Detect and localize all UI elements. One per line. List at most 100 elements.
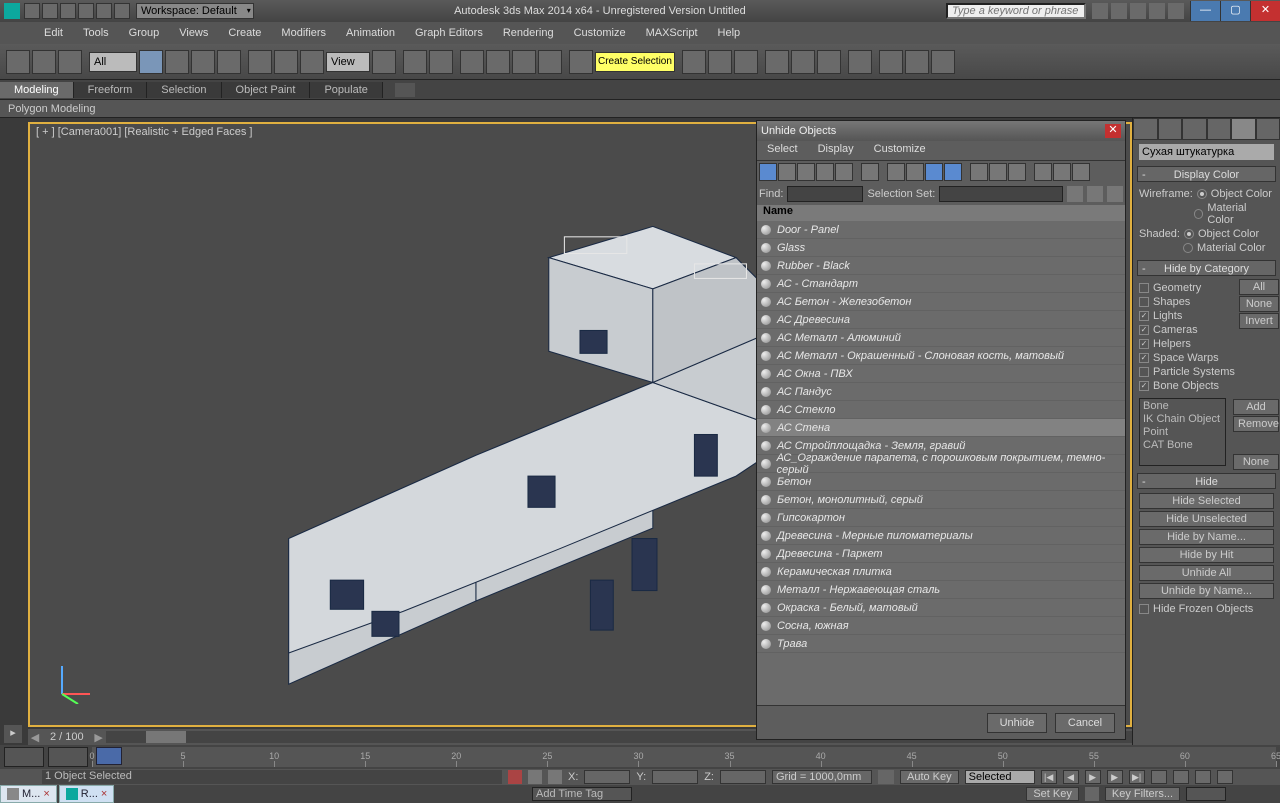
rollout-display-color[interactable]: Display Color: [1137, 166, 1276, 182]
render-frame-icon[interactable]: [905, 50, 929, 74]
menu-create[interactable]: Create: [218, 24, 271, 42]
ribbon-collapse-icon[interactable]: [395, 83, 415, 97]
dialog-titlebar[interactable]: Unhide Objects ✕: [757, 121, 1125, 141]
list-item[interactable]: IK Chain Object: [1143, 413, 1222, 426]
named-selection-dropdown[interactable]: Create Selection Se: [595, 52, 675, 72]
cat-cameras-checkbox[interactable]: ✓: [1139, 325, 1149, 335]
select-by-name-icon[interactable]: [165, 50, 189, 74]
cat-geometry-checkbox[interactable]: [1139, 283, 1149, 293]
list-item[interactable]: Bone: [1143, 400, 1222, 413]
animate-key-icon[interactable]: [878, 770, 894, 784]
hide-cat-all-button[interactable]: All: [1239, 279, 1279, 295]
render-setup-icon[interactable]: [879, 50, 903, 74]
task-close-icon[interactable]: ×: [101, 788, 107, 800]
select-manipulate-icon[interactable]: [403, 50, 427, 74]
dialog-close-icon[interactable]: ✕: [1105, 124, 1121, 138]
object-list-item[interactable]: АС Бетон - Железобетон: [757, 293, 1125, 311]
menu-rendering[interactable]: Rendering: [493, 24, 564, 42]
selset-menu-icon[interactable]: [1107, 186, 1123, 202]
hide-cat-invert-button[interactable]: Invert: [1239, 313, 1279, 329]
key-filters-dropdown[interactable]: Selected: [965, 770, 1035, 784]
object-list-item[interactable]: АС Металл - Алюминий: [757, 329, 1125, 347]
display-xrefs-icon[interactable]: [925, 163, 943, 181]
create-tab-icon[interactable]: [1133, 118, 1158, 140]
goto-start-icon[interactable]: |◀: [1041, 770, 1057, 784]
menu-customize[interactable]: Customize: [564, 24, 636, 42]
unhide-button[interactable]: Unhide: [987, 713, 1047, 733]
mirror-icon[interactable]: [682, 50, 706, 74]
cat-particle-systems-checkbox[interactable]: [1139, 367, 1149, 377]
y-coord-input[interactable]: [652, 770, 698, 784]
ribbon-tab-selection[interactable]: Selection: [147, 82, 221, 98]
menu-edit[interactable]: Edit: [34, 24, 73, 42]
select-none-icon[interactable]: [989, 163, 1007, 181]
hide-cat-none-button[interactable]: None: [1239, 296, 1279, 312]
shaded-object-radio[interactable]: [1184, 229, 1194, 239]
hide-selected-button[interactable]: Hide Selected: [1139, 493, 1274, 509]
viewport-nav1-icon[interactable]: [1151, 770, 1167, 784]
play-icon[interactable]: ▶: [1085, 770, 1101, 784]
object-list-item[interactable]: Door - Panel: [757, 221, 1125, 239]
object-list-item[interactable]: АС_Ограждение парапета, с порошковым пок…: [757, 455, 1125, 473]
viewport-label[interactable]: [ + ] [Camera001] [Realistic + Edged Fac…: [36, 126, 252, 138]
auto-key-button[interactable]: Auto Key: [900, 770, 959, 784]
help-icon[interactable]: [1168, 3, 1184, 19]
time-slider-head[interactable]: [96, 747, 122, 765]
search-icon[interactable]: [1092, 3, 1108, 19]
snap-toggle-icon[interactable]: [460, 50, 484, 74]
object-list-item[interactable]: Бетон: [757, 473, 1125, 491]
object-list-item[interactable]: АС - Стандарт: [757, 275, 1125, 293]
ribbon-tab-freeform[interactable]: Freeform: [74, 82, 148, 98]
app-icon[interactable]: [4, 3, 20, 19]
remove-bone-button[interactable]: Remove: [1233, 416, 1279, 432]
qat-save-icon[interactable]: [60, 3, 76, 19]
add-bone-button[interactable]: Add: [1233, 399, 1279, 415]
menu-group[interactable]: Group: [119, 24, 170, 42]
ref-coord-dropdown[interactable]: View: [326, 52, 370, 72]
display-groups-icon[interactable]: [906, 163, 924, 181]
display-geometry-icon[interactable]: [778, 163, 796, 181]
list-item[interactable]: Point: [1143, 426, 1222, 439]
object-list-item[interactable]: Древесина - Паркет: [757, 545, 1125, 563]
move-icon[interactable]: [248, 50, 272, 74]
key-mode-icon[interactable]: [1085, 787, 1099, 801]
taskbar-item-2[interactable]: R...×: [59, 785, 115, 803]
graphite-ribbon-icon[interactable]: [765, 50, 789, 74]
object-name-field[interactable]: Сухая штукатурка: [1139, 144, 1274, 160]
close-button[interactable]: ✕: [1250, 1, 1280, 21]
rollout-hide[interactable]: Hide: [1137, 473, 1276, 489]
menu-views[interactable]: Views: [169, 24, 218, 42]
object-list-item[interactable]: АС Окна - ПВХ: [757, 365, 1125, 383]
motion-tab-icon[interactable]: [1207, 118, 1232, 140]
shaded-material-radio[interactable]: [1183, 243, 1193, 253]
spinner-snap-icon[interactable]: [538, 50, 562, 74]
menu-modifiers[interactable]: Modifiers: [271, 24, 336, 42]
dialog-menu-select[interactable]: Select: [757, 141, 808, 160]
display-bones-icon[interactable]: [944, 163, 962, 181]
wire-material-radio[interactable]: [1194, 209, 1204, 219]
object-list-item[interactable]: АС Древесина: [757, 311, 1125, 329]
column-header-name[interactable]: Name: [757, 205, 1125, 221]
unlink-icon[interactable]: [32, 50, 56, 74]
isolate-icon[interactable]: [528, 770, 542, 784]
hide-by-name-button[interactable]: Hide by Name...: [1139, 529, 1274, 545]
scroll-right-icon[interactable]: ▶: [92, 731, 106, 744]
expand-icon[interactable]: [1053, 163, 1071, 181]
workspace-dropdown[interactable]: Workspace: Default: [136, 3, 254, 19]
angle-snap-icon[interactable]: [486, 50, 510, 74]
menu-help[interactable]: Help: [708, 24, 751, 42]
qat-redo-icon[interactable]: [96, 3, 112, 19]
scroll-left-icon[interactable]: ◀: [28, 731, 42, 744]
filter-icon[interactable]: [1034, 163, 1052, 181]
ribbon-tab-populate[interactable]: Populate: [310, 82, 382, 98]
object-list-item[interactable]: Трава: [757, 635, 1125, 653]
rollout-hide-category[interactable]: Hide by Category: [1137, 260, 1276, 276]
find-input[interactable]: [787, 186, 863, 202]
rect-region-icon[interactable]: [191, 50, 215, 74]
none-bone-button[interactable]: None: [1233, 454, 1279, 470]
viewport-nav2-icon[interactable]: [1173, 770, 1189, 784]
x-coord-input[interactable]: [584, 770, 630, 784]
display-cameras-icon[interactable]: [835, 163, 853, 181]
select-invert-icon[interactable]: [1008, 163, 1026, 181]
qat-open-icon[interactable]: [42, 3, 58, 19]
